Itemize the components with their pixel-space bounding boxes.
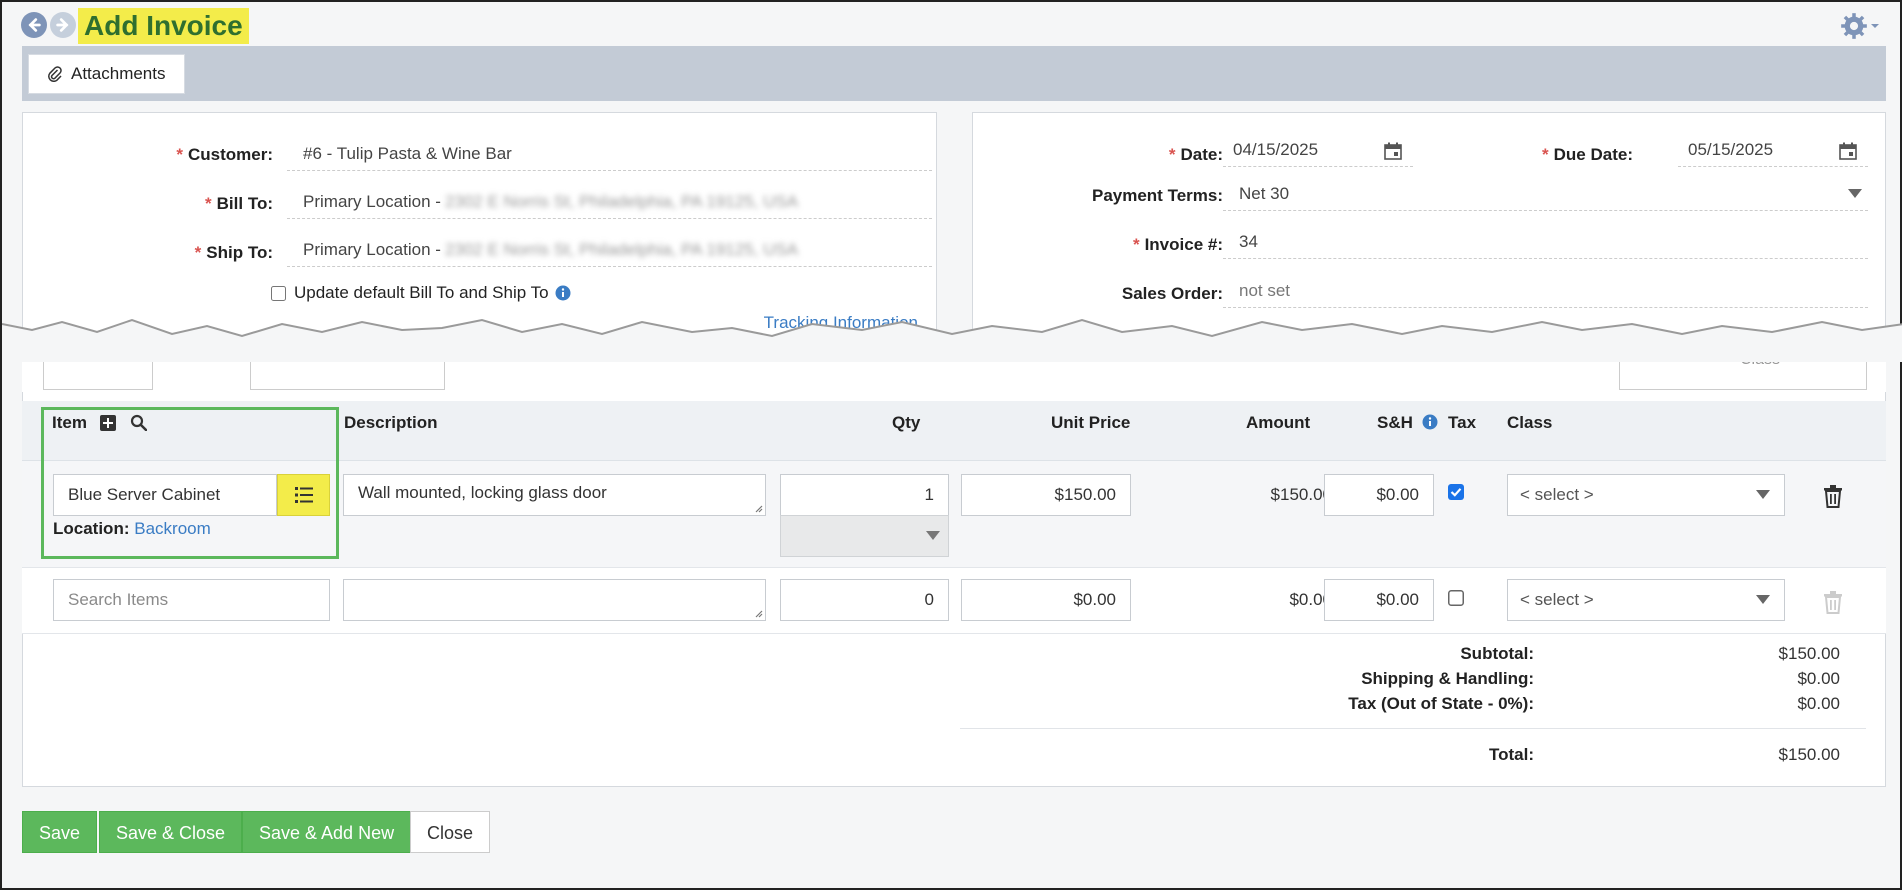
- total-label: Total:: [1488, 745, 1534, 764]
- customer-label: * Customer:: [176, 145, 273, 164]
- gear-icon: [1841, 13, 1867, 39]
- chevron-down-icon: [1848, 189, 1862, 198]
- info-icon[interactable]: [555, 285, 571, 301]
- app-window: Add Invoice Attachments * Customer: #6 - …: [0, 0, 1902, 890]
- chevron-down-icon: [1756, 490, 1770, 499]
- bill-to-label: * Bill To:: [205, 194, 273, 213]
- payment-terms-label: Payment Terms:: [1091, 186, 1223, 205]
- table-row: Search Items 0 $0.00 $0.00 $0.00 < selec…: [22, 568, 1886, 634]
- ship-to-field[interactable]: Primary Location -2302 E Norris St, Phil…: [287, 233, 932, 267]
- amount-value: $0.00: [1289, 590, 1332, 609]
- chevron-down-icon: [1756, 595, 1770, 604]
- payment-terms-select[interactable]: Net 30: [1223, 177, 1868, 211]
- unit-price-input[interactable]: $150.00: [961, 474, 1131, 516]
- update-default-label: Update default Bill To and Ship To: [294, 283, 549, 302]
- resize-grip-icon[interactable]: [753, 608, 763, 618]
- subtotal-value: $150.00: [1778, 644, 1840, 663]
- due-date-label: * Due Date:: [1542, 145, 1633, 164]
- date-label: * Date:: [1168, 145, 1223, 164]
- save-and-add-new-button[interactable]: Save & Add New: [242, 811, 412, 853]
- torn-edge-divider: [2, 318, 1902, 362]
- close-button[interactable]: Close: [410, 811, 491, 853]
- description-textarea[interactable]: Wall mounted, locking glass door: [343, 474, 766, 516]
- subtotal-label: Subtotal:: [1460, 644, 1534, 663]
- trash-icon[interactable]: [1822, 484, 1844, 508]
- save-button[interactable]: Save: [22, 811, 98, 853]
- qty-input[interactable]: 1: [780, 474, 949, 516]
- forward-icon[interactable]: [50, 12, 76, 38]
- update-default-checkbox[interactable]: [271, 285, 286, 301]
- tax-checkbox[interactable]: [1448, 484, 1464, 500]
- unit-price-input[interactable]: $0.00: [961, 579, 1131, 621]
- attachments-button[interactable]: Attachments: [28, 54, 185, 94]
- due-date-field[interactable]: 05/15/2025: [1678, 133, 1868, 167]
- save-and-close-button[interactable]: Save & Close: [99, 811, 243, 853]
- search-items-input[interactable]: Search Items: [53, 579, 330, 621]
- toolbar: Attachments: [22, 46, 1886, 101]
- shipping-value: $0.00: [1797, 669, 1840, 688]
- date-field[interactable]: 04/15/2025: [1223, 133, 1413, 167]
- column-header-qty: Qty: [892, 413, 921, 432]
- paperclip-icon: [48, 66, 62, 82]
- resize-grip-icon[interactable]: [753, 503, 763, 513]
- column-header-description: Description: [344, 413, 438, 432]
- info-icon[interactable]: [1422, 414, 1438, 430]
- amount-value: $150.00: [1270, 485, 1332, 504]
- column-header-sh: S&H: [1377, 401, 1438, 461]
- settings-menu[interactable]: [1840, 12, 1880, 40]
- item-highlight-box: [41, 407, 339, 559]
- column-header-amount: Amount: [1246, 413, 1311, 432]
- unit-of-measure-select[interactable]: [780, 515, 949, 557]
- bill-to-field[interactable]: Primary Location -2302 E Norris St, Phil…: [287, 185, 932, 219]
- column-header-tax: Tax: [1448, 413, 1477, 432]
- attachments-label: Attachments: [71, 64, 166, 83]
- sh-input[interactable]: $0.00: [1324, 579, 1434, 621]
- ship-to-label: * Ship To:: [194, 243, 273, 262]
- invoice-number-label: * Invoice #:: [1132, 235, 1223, 254]
- class-select[interactable]: < select >: [1507, 579, 1785, 621]
- column-header-unit-price: Unit Price: [1051, 413, 1131, 432]
- description-textarea[interactable]: [343, 579, 766, 621]
- totals-divider: [960, 728, 1866, 729]
- class-select[interactable]: < select >: [1507, 474, 1785, 516]
- customer-field[interactable]: #6 - Tulip Pasta & Wine Bar: [287, 137, 932, 171]
- calendar-icon[interactable]: [1383, 141, 1403, 161]
- column-header-class: Class: [1507, 413, 1553, 432]
- invoice-number-field[interactable]: 34: [1223, 225, 1868, 259]
- tax-checkbox[interactable]: [1448, 590, 1464, 606]
- calendar-icon[interactable]: [1838, 141, 1858, 161]
- tax-link[interactable]: Tax (Out of State - 0%):: [1134, 694, 1534, 714]
- shipping-label: Shipping & Handling:: [1361, 669, 1534, 688]
- update-default-row: Update default Bill To and Ship To: [271, 283, 571, 303]
- sh-input[interactable]: $0.00: [1324, 474, 1434, 516]
- total-value: $150.00: [1778, 745, 1840, 764]
- sales-order-label: Sales Order:: [1121, 284, 1223, 303]
- back-icon[interactable]: [21, 12, 47, 38]
- tax-value: $0.00: [1797, 694, 1840, 713]
- qty-input[interactable]: 0: [780, 579, 949, 621]
- chevron-down-icon: [1871, 24, 1879, 28]
- chevron-down-icon: [926, 531, 940, 540]
- page-title: Add Invoice: [78, 8, 249, 44]
- trash-icon: [1824, 591, 1842, 614]
